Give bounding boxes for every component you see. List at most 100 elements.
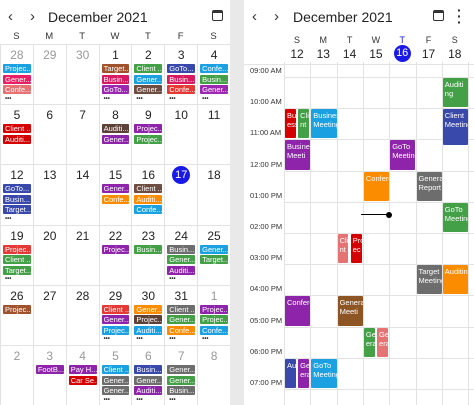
appointment-chip[interactable]: Projec... bbox=[3, 304, 31, 314]
appointment-chip[interactable]: Busin... bbox=[167, 244, 196, 254]
day-number[interactable]: 13 bbox=[34, 168, 66, 182]
appointment[interactable]: Gen erat bbox=[377, 327, 388, 357]
day-cell[interactable]: 16 Client ... Auditi... Confe... bbox=[131, 164, 165, 225]
more-appointments-indicator[interactable]: ••• bbox=[202, 336, 208, 342]
day-number[interactable]: 20 bbox=[34, 229, 66, 243]
appointment-chip[interactable]: Auditi... bbox=[167, 265, 196, 275]
more-options-icon[interactable]: · · · bbox=[457, 3, 462, 29]
appointment-chip[interactable]: Projec... bbox=[200, 304, 228, 314]
day-number[interactable]: 3 bbox=[34, 349, 66, 363]
appointment-chip[interactable]: Gener... bbox=[167, 315, 196, 325]
day-cell[interactable]: 2 bbox=[0, 345, 33, 405]
day-cell[interactable]: 5 Client ... Gener... Gener... ••• bbox=[98, 345, 132, 405]
appointment-chip[interactable]: Target... bbox=[200, 255, 228, 265]
week-day-number[interactable]: 17 bbox=[416, 47, 442, 61]
appointment[interactable]: Audit bbox=[285, 358, 296, 388]
appointment-chip[interactable]: Gener... bbox=[167, 255, 196, 265]
more-appointments-indicator[interactable]: ••• bbox=[5, 96, 11, 102]
appointment[interactable]: Clie nt bbox=[337, 234, 349, 264]
appointment[interactable]: Gen eral bbox=[363, 327, 375, 357]
day-number[interactable]: 5 bbox=[100, 349, 132, 363]
day-number[interactable]: 14 bbox=[67, 168, 99, 182]
appointment-chip[interactable]: Auditi... bbox=[134, 386, 163, 395]
day-number[interactable]: 25 bbox=[198, 229, 230, 243]
more-appointments-indicator[interactable]: ••• bbox=[104, 336, 110, 342]
appointment[interactable]: General Report bbox=[416, 171, 442, 201]
week-title[interactable]: December 2021 bbox=[293, 9, 393, 25]
day-cell[interactable]: 6 Busin... Gener... Auditi... ••• bbox=[131, 345, 165, 405]
appointment-chip[interactable]: Busin... bbox=[167, 74, 196, 84]
appointment-chip[interactable]: Gener... bbox=[167, 365, 196, 374]
appointment-chip[interactable]: Client ... bbox=[134, 184, 163, 194]
day-cell[interactable]: 6 bbox=[32, 104, 66, 165]
more-appointments-indicator[interactable]: ••• bbox=[169, 276, 175, 282]
day-number[interactable]: 11 bbox=[198, 108, 230, 122]
day-cell[interactable]: 27 bbox=[32, 284, 66, 345]
day-cell[interactable]: 22 Projec... bbox=[98, 224, 132, 285]
appointment-chip[interactable]: Busin... bbox=[134, 244, 163, 254]
appointment-chip[interactable]: Gener... bbox=[3, 74, 31, 84]
more-appointments-indicator[interactable]: ••• bbox=[169, 336, 175, 342]
appointment[interactable]: Auditing bbox=[442, 265, 469, 295]
appointment-chip[interactable]: FootB... bbox=[35, 365, 64, 374]
appointment-chip[interactable]: Confe... bbox=[101, 194, 130, 204]
day-number[interactable]: 27 bbox=[34, 289, 66, 303]
day-number[interactable]: 28 bbox=[1, 48, 33, 62]
next-month-button[interactable]: › bbox=[30, 8, 35, 25]
day-cell[interactable]: 8 bbox=[197, 345, 230, 405]
day-number[interactable]: 5 bbox=[1, 108, 33, 122]
week-day-number[interactable]: 14 bbox=[337, 47, 363, 61]
appointment[interactable]: Busi ess bbox=[285, 109, 296, 139]
day-number[interactable]: 4 bbox=[67, 349, 99, 363]
appointment-chip[interactable]: Busin... bbox=[200, 74, 228, 84]
day-number[interactable]: 29 bbox=[34, 48, 66, 62]
day-cell[interactable]: 1 Projec... Projec... Confe... ••• bbox=[197, 284, 230, 345]
day-cell[interactable]: 4 Confe... Busin... Gener... ••• bbox=[197, 44, 230, 105]
day-cell[interactable]: 5 Client ... Auditi... bbox=[0, 104, 33, 165]
appointment[interactable]: General Meeti bbox=[337, 296, 363, 326]
more-appointments-indicator[interactable]: ••• bbox=[136, 336, 142, 342]
appointment[interactable]: Business Meeti bbox=[285, 140, 311, 170]
appointment[interactable]: Conference bbox=[363, 171, 390, 201]
appointment-chip[interactable]: Confe... bbox=[3, 85, 31, 94]
week-day-number[interactable]: 13 bbox=[310, 47, 336, 61]
week-day-number[interactable]: 15 bbox=[363, 47, 389, 61]
day-cell[interactable]: 20 bbox=[32, 224, 66, 285]
day-number[interactable]: 22 bbox=[100, 229, 132, 243]
appointment[interactable]: Auditi ng bbox=[442, 78, 469, 108]
appointment-chip[interactable]: Projec... bbox=[134, 124, 163, 134]
day-cell[interactable]: 30 Gener... Projec... Auditi... ••• bbox=[131, 284, 165, 345]
appointment-chip[interactable]: Confe... bbox=[134, 205, 163, 215]
day-cell[interactable]: 8 Auditi... Gener... bbox=[98, 104, 132, 165]
appointment-chip[interactable]: Client ... bbox=[134, 64, 163, 73]
day-number[interactable]: 2 bbox=[132, 48, 164, 62]
day-cell[interactable]: 21 bbox=[65, 224, 99, 285]
month-title[interactable]: December 2021 bbox=[48, 9, 148, 25]
day-number[interactable]: 7 bbox=[165, 349, 197, 363]
day-cell[interactable]: 9 Projec... Projec... bbox=[131, 104, 165, 165]
more-appointments-indicator[interactable]: ••• bbox=[202, 96, 208, 102]
appointment[interactable]: GoTo Meeting bbox=[390, 140, 416, 170]
appointment-chip[interactable]: Gener... bbox=[134, 74, 163, 84]
more-appointments-indicator[interactable]: ••• bbox=[169, 397, 175, 403]
appointment-chip[interactable]: Projec... bbox=[3, 244, 31, 254]
day-cell[interactable]: 4 Pay H...Car Se... bbox=[65, 345, 99, 405]
appointment-chip[interactable]: Target... bbox=[3, 205, 31, 215]
appointment[interactable]: Gen eral bbox=[298, 358, 309, 388]
appointment-chip[interactable]: Projec... bbox=[200, 315, 228, 325]
appointment-chip[interactable]: Gener... bbox=[134, 304, 163, 314]
day-number[interactable]: 24 bbox=[165, 229, 197, 243]
appointment-chip[interactable]: Projec... bbox=[134, 134, 163, 144]
appointment-chip[interactable]: Client ... bbox=[101, 365, 130, 374]
appointment-chip[interactable]: Confe... bbox=[167, 325, 196, 335]
appointment-chip[interactable]: Auditi... bbox=[134, 194, 163, 204]
day-number[interactable]: 15 bbox=[100, 168, 132, 182]
day-number[interactable]: 1 bbox=[198, 289, 230, 303]
appointment[interactable]: Target Meeting bbox=[416, 265, 442, 295]
appointment-chip[interactable]: Busin... bbox=[3, 194, 31, 204]
day-cell[interactable]: 7 bbox=[65, 104, 99, 165]
appointment-chip[interactable]: Busin... bbox=[167, 386, 196, 395]
day-cell[interactable]: 30 bbox=[65, 44, 99, 105]
day-number[interactable]: 29 bbox=[100, 289, 132, 303]
day-number[interactable]: 12 bbox=[1, 168, 33, 182]
